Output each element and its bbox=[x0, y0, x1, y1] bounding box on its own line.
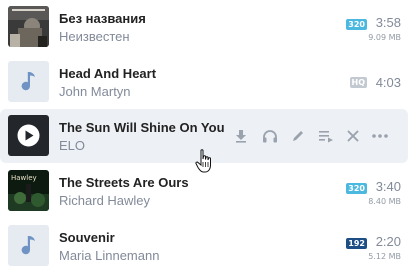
album-art-image: Hawley bbox=[8, 170, 49, 211]
music-note-icon bbox=[21, 72, 35, 91]
more-icon bbox=[372, 134, 388, 138]
track-row[interactable]: Без названия Неизвестен 320 3:58 9.09 MB bbox=[0, 0, 412, 54]
track-row[interactable]: Souvenir Maria Linnemann 192 2:20 5.12 M… bbox=[0, 219, 412, 273]
quality-badge: 192 bbox=[346, 238, 367, 249]
album-art-image bbox=[8, 6, 49, 47]
play-button[interactable] bbox=[8, 115, 49, 156]
album-cover[interactable] bbox=[8, 6, 49, 47]
hand-cursor-icon bbox=[195, 149, 211, 173]
track-title[interactable]: Без названия bbox=[59, 11, 146, 26]
edit-icon bbox=[293, 131, 303, 141]
track-artist[interactable]: Richard Hawley bbox=[59, 193, 150, 208]
album-cover[interactable] bbox=[8, 225, 49, 266]
track-title[interactable]: Head And Heart bbox=[59, 66, 156, 81]
download-button[interactable] bbox=[232, 125, 250, 147]
track-size: 9.09 MB bbox=[368, 33, 401, 42]
remove-icon bbox=[347, 130, 359, 142]
play-icon bbox=[17, 124, 40, 147]
add-to-queue-icon bbox=[319, 131, 333, 143]
album-cover[interactable] bbox=[8, 61, 49, 102]
track-duration: 3:58 bbox=[375, 15, 401, 30]
track-artist[interactable]: Maria Linnemann bbox=[59, 248, 159, 263]
add-to-queue-button[interactable] bbox=[317, 125, 335, 147]
track-artist[interactable]: John Martyn bbox=[59, 84, 131, 99]
track-artist[interactable]: ELO bbox=[59, 138, 85, 153]
quality-badge: HQ bbox=[349, 77, 367, 88]
quality-badge: 320 bbox=[346, 183, 367, 194]
album-cover[interactable]: Hawley bbox=[8, 170, 49, 211]
track-artist[interactable]: Неизвестен bbox=[59, 29, 130, 44]
remove-button[interactable] bbox=[344, 125, 362, 147]
track-title[interactable]: Souvenir bbox=[59, 230, 115, 245]
music-note-icon bbox=[21, 236, 35, 255]
edit-button[interactable] bbox=[289, 125, 307, 147]
track-title[interactable]: The Sun Will Shine On You bbox=[59, 120, 225, 135]
download-icon bbox=[236, 130, 246, 143]
track-duration: 3:40 bbox=[375, 179, 401, 194]
track-size: 8.40 MB bbox=[368, 197, 401, 206]
track-duration: 4:03 bbox=[375, 75, 401, 90]
listen-button[interactable] bbox=[261, 125, 279, 147]
headphones-icon bbox=[263, 130, 277, 143]
track-row[interactable]: Head And Heart John Martyn HQ 4:03 bbox=[0, 55, 412, 109]
track-size: 5.12 MB bbox=[368, 252, 401, 261]
track-title[interactable]: The Streets Are Ours bbox=[59, 175, 189, 190]
track-duration: 2:20 bbox=[375, 234, 401, 249]
more-button[interactable] bbox=[371, 125, 389, 147]
quality-badge: 320 bbox=[346, 19, 367, 30]
svg-text:Hawley: Hawley bbox=[11, 174, 37, 182]
